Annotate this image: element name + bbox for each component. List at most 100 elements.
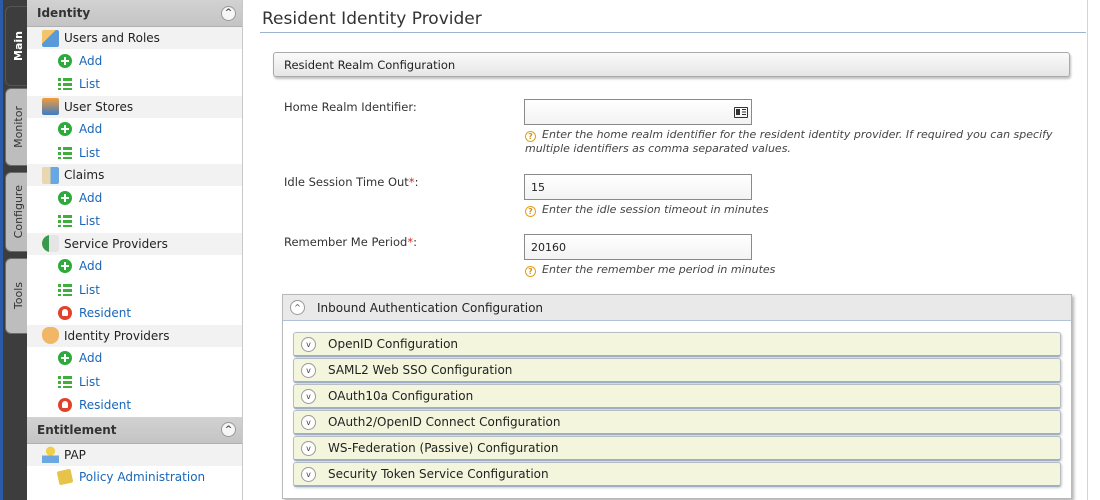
- expand-icon[interactable]: v: [301, 362, 316, 378]
- section-label: OAuth10a Configuration: [328, 389, 474, 403]
- resident-icon: [58, 306, 72, 321]
- expand-icon[interactable]: v: [301, 336, 316, 352]
- menu-group-service-providers: Service Providers: [27, 232, 242, 255]
- home-realm-input[interactable]: [524, 99, 752, 125]
- tab-tools-label: Tools: [11, 282, 25, 310]
- idle-timeout-input[interactable]: 15: [524, 174, 752, 200]
- inbound-auth-title: Inbound Authentication Configuration: [317, 300, 544, 315]
- menu-group-label: Claims: [64, 168, 105, 183]
- expand-icon[interactable]: v: [301, 466, 316, 482]
- right-gutter: [1087, 0, 1100, 500]
- tab-monitor-label: Monitor: [11, 106, 25, 148]
- menu-item-stores-add[interactable]: Add: [27, 118, 242, 141]
- collapse-icon[interactable]: ^: [221, 5, 236, 21]
- menu-item-stores-list[interactable]: List: [27, 141, 242, 164]
- menu-item-label: List: [79, 282, 100, 297]
- menu-group-label: Users and Roles: [64, 31, 160, 45]
- tab-main-label: Main: [11, 31, 25, 61]
- main-content: Resident Identity Provider Resident Real…: [244, 0, 1086, 500]
- menu-item-label: Add: [79, 259, 103, 274]
- expand-icon[interactable]: v: [301, 440, 316, 456]
- menu-item-idp-add[interactable]: Add: [27, 347, 242, 370]
- add-icon: [58, 122, 72, 137]
- add-icon: [58, 351, 72, 366]
- section-security-token-service[interactable]: v Security Token Service Configuration: [293, 462, 1061, 487]
- idle-timeout-label-text: Idle Session Time Out: [284, 175, 409, 189]
- users-roles-icon: [42, 29, 59, 47]
- home-realm-hint-text: Enter the home realm identifier for the …: [525, 128, 1053, 155]
- policy-icon: [56, 468, 74, 486]
- home-realm-label: Home Realm Identifier:: [284, 100, 417, 114]
- menu-item-label: List: [79, 76, 100, 91]
- menu-item-claims-list[interactable]: List: [27, 209, 242, 232]
- menu-item-idp-list[interactable]: List: [27, 370, 242, 393]
- remember-me-label-text: Remember Me Period: [284, 235, 408, 249]
- section-label: OpenID Configuration: [328, 337, 459, 351]
- inbound-auth-header[interactable]: ^ Inbound Authentication Configuration: [283, 295, 1071, 321]
- resident-realm-section-header[interactable]: Resident Realm Configuration: [273, 52, 1070, 77]
- collapse-icon[interactable]: ^: [221, 422, 236, 438]
- menu-group-users-roles: Users and Roles: [27, 27, 242, 49]
- section-saml2-web-sso[interactable]: v SAML2 Web SSO Configuration: [293, 358, 1061, 383]
- remember-me-hint: ? Enter the remember me period in minutes: [525, 263, 775, 277]
- section-ws-federation[interactable]: v WS-Federation (Passive) Configuration: [293, 436, 1061, 461]
- menu-item-policy-administration[interactable]: Policy Administration: [27, 466, 242, 489]
- section-openid[interactable]: v OpenID Configuration: [293, 332, 1061, 357]
- list-icon: [58, 214, 72, 229]
- section-oauth10a[interactable]: v OAuth10a Configuration: [293, 384, 1061, 409]
- pap-icon: [42, 446, 59, 464]
- help-icon: ?: [525, 131, 536, 142]
- remember-me-hint-text: Enter the remember me period in minutes: [542, 263, 776, 276]
- title-divider: [260, 32, 1086, 33]
- home-realm-hint: ? Enter the home realm identifier for the…: [525, 128, 1070, 156]
- page-title: Resident Identity Provider: [262, 9, 482, 29]
- list-icon: [58, 282, 72, 297]
- list-icon: [58, 145, 72, 160]
- user-stores-icon: [42, 98, 59, 116]
- section-label: Security Token Service Configuration: [328, 467, 549, 481]
- section-label: WS-Federation (Passive) Configuration: [328, 441, 559, 455]
- label-colon: :: [414, 175, 419, 189]
- menu-item-sp-resident[interactable]: Resident: [27, 301, 242, 324]
- menu-item-label: Resident: [79, 397, 132, 412]
- menu-section-identity[interactable]: Identity ^: [27, 0, 242, 27]
- collapse-icon[interactable]: ^: [290, 300, 305, 315]
- remember-me-input[interactable]: 20160: [524, 234, 752, 260]
- id-card-icon[interactable]: [734, 107, 748, 118]
- remember-me-label: Remember Me Period*:: [284, 235, 417, 249]
- inbound-auth-panel: ^ Inbound Authentication Configuration v…: [282, 294, 1072, 499]
- menu-group-claims: Claims: [27, 164, 242, 187]
- expand-icon[interactable]: v: [301, 414, 316, 430]
- menu-group-label: PAP: [64, 447, 86, 462]
- section-label: OAuth2/OpenID Connect Configuration: [328, 415, 561, 429]
- menu-item-label: Add: [79, 122, 103, 137]
- menu-group-label: Identity Providers: [64, 328, 170, 343]
- menu-item-label: List: [79, 374, 100, 389]
- remember-me-value: 20160: [531, 240, 566, 254]
- idle-timeout-label: Idle Session Time Out*:: [284, 175, 418, 189]
- menu-section-title: Entitlement: [37, 422, 117, 437]
- menu-item-users-add[interactable]: Add: [27, 49, 242, 72]
- section-oauth2-oidc[interactable]: v OAuth2/OpenID Connect Configuration: [293, 410, 1061, 435]
- menu-item-claims-add[interactable]: Add: [27, 186, 242, 209]
- menu-item-label: Add: [79, 53, 103, 68]
- menu-item-users-list[interactable]: List: [27, 72, 242, 95]
- menu-section-title: Identity: [37, 6, 91, 20]
- menu-item-label: Policy Administration: [79, 470, 206, 485]
- claims-icon: [42, 166, 59, 184]
- menu-section-entitlement[interactable]: Entitlement ^: [27, 416, 242, 444]
- menu-item-idp-resident[interactable]: Resident: [27, 393, 242, 416]
- menu-item-sp-list[interactable]: List: [27, 278, 242, 301]
- menu-item-label: List: [79, 214, 100, 229]
- idle-timeout-hint: ? Enter the idle session timeout in minut…: [525, 203, 769, 217]
- menu-group-label: User Stores: [64, 99, 134, 114]
- menu-item-label: Add: [79, 190, 103, 205]
- menu-group-pap: PAP: [27, 443, 242, 466]
- menu-item-sp-add[interactable]: Add: [27, 255, 242, 278]
- service-providers-icon: [42, 235, 59, 253]
- expand-icon[interactable]: v: [301, 388, 316, 404]
- section-label: SAML2 Web SSO Configuration: [328, 363, 513, 377]
- label-colon: :: [413, 235, 417, 249]
- tab-configure-label: Configure: [11, 185, 25, 239]
- menu-group-label: Service Providers: [64, 236, 168, 251]
